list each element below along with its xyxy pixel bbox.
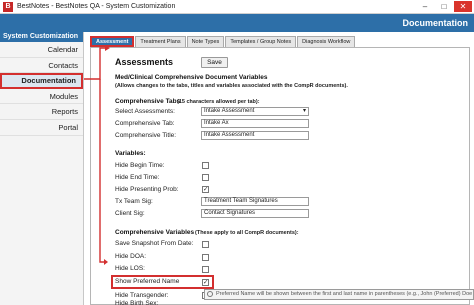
minimize-icon[interactable]: – [416,1,434,12]
preferred-name-tooltip: Preferred Name will be shown between the… [204,289,474,300]
close-icon[interactable]: ✕ [454,1,472,12]
save-snapshot-label: Save Snapshot From Date: [115,240,194,247]
client-sig-label: Client Sig: [115,210,145,217]
sidebar-item-reports[interactable]: Reports [0,104,83,120]
hide-begin-time-label: Hide Begin Time: [115,162,165,169]
variables-title: Variables: [115,150,146,157]
hide-end-time-label: Hide End Time: [115,174,160,181]
select-assessments-value: Intake Assessment [204,108,255,114]
doc-vars-title: Med/Clinical Comprehensive Document Vari… [115,74,268,81]
hide-end-time-checkbox[interactable] [202,174,209,181]
comprehensive-tab-input[interactable]: Intake Ax [201,119,309,128]
select-assessments-dropdown[interactable]: Intake Assessment ▾ [201,107,309,116]
tx-team-sig-input[interactable]: Treatment Team Signatures [201,197,309,206]
comprehensive-title-input[interactable]: Intake Assessment [201,131,309,140]
checkmark-icon: ✓ [203,186,209,193]
hide-los-checkbox[interactable] [202,266,209,273]
hide-doa-checkbox[interactable] [202,254,209,261]
comprehensive-variables-note: (These apply to all CompR documents): [195,230,299,236]
tab-bar: Assessment Treatment Plans Note Types Te… [90,36,356,47]
comprehensive-tabs-title: Comprehensive Tabs [115,98,181,105]
page-header: Documentation [0,14,474,32]
show-preferred-name-label: Show Preferred Name [115,278,180,285]
hide-presenting-prob-label: Hide Presenting Prob: [115,186,179,193]
window-titlebar: B BestNotes - BestNotes QA - System Cust… [0,0,474,14]
tooltip-text: Preferred Name will be shown between the… [216,291,473,297]
comprehensive-title-label: Comprehensive Title: [115,132,177,139]
hide-los-label: Hide LOS: [115,265,145,272]
doc-vars-description: (Allows changes to the tabs, titles and … [115,83,348,89]
hide-begin-time-checkbox[interactable] [202,162,209,169]
hide-presenting-prob-checkbox[interactable]: ✓ [202,186,209,193]
save-snapshot-checkbox[interactable] [202,241,209,248]
assessment-panel: Assessments Save Med/Clinical Comprehens… [90,47,470,305]
window-controls: – □ ✕ [416,1,472,12]
tab-note-types[interactable]: Note Types [186,36,225,47]
checkmark-icon: ✓ [203,279,209,286]
tab-templates-group-notes[interactable]: Templates / Group Notes [225,36,297,47]
select-assessments-label: Select Assessments: [115,108,175,115]
tab-diagnosis-workflow[interactable]: Diagnosis Workflow [297,36,356,47]
tx-team-sig-label: Tx Team Sig: [115,198,153,205]
comprehensive-variables-title: Comprehensive Variables [115,229,195,236]
main-content: Assessment Treatment Plans Note Types Te… [86,32,474,305]
sidebar: System Customization Calendar Contacts D… [0,32,84,305]
window-title: BestNotes - BestNotes QA - System Custom… [17,3,176,10]
hide-doa-label: Hide DOA: [115,253,147,260]
sidebar-header: System Customization [0,32,83,42]
tab-assessment[interactable]: Assessment [90,36,135,47]
chevron-down-icon: ▾ [302,108,306,114]
info-icon [207,290,213,297]
hide-transgender-label: Hide Transgender: [115,292,169,299]
sidebar-item-portal[interactable]: Portal [0,120,83,136]
sidebar-item-contacts[interactable]: Contacts [0,58,83,74]
save-button[interactable]: Save [201,57,228,68]
comprehensive-tabs-note: (15 characters allowed per tab): [177,99,260,105]
maximize-icon[interactable]: □ [435,1,453,12]
sidebar-item-documentation[interactable]: Documentation [0,73,83,89]
bestnotes-logo-icon: B [3,1,13,12]
sidebar-item-modules[interactable]: Modules [0,89,83,105]
sidebar-item-calendar[interactable]: Calendar [0,42,83,58]
assessments-title: Assessments [115,57,174,67]
page-title: Documentation [402,18,468,28]
client-sig-input[interactable]: Contact Signatures [201,209,309,218]
hide-birth-sex-label: Hide Birth Sex: [115,300,159,305]
comprehensive-tab-label: Comprehensive Tab: [115,120,175,127]
tab-treatment-plans[interactable]: Treatment Plans [135,36,186,47]
show-preferred-name-checkbox[interactable]: ✓ [202,279,209,286]
